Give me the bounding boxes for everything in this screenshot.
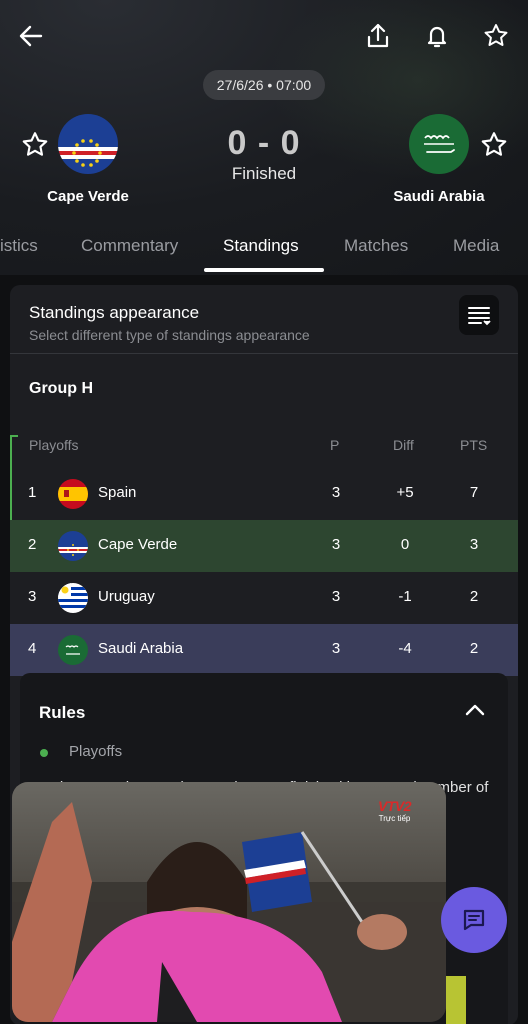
- away-team-name: Saudi Arabia: [393, 188, 485, 205]
- cape-verde-flag-icon: [58, 531, 88, 561]
- row-diff: +5: [396, 484, 414, 501]
- back-arrow-icon: [19, 25, 43, 47]
- tab-media[interactable]: Media: [453, 236, 499, 256]
- chat-icon: [463, 909, 485, 931]
- video-pip[interactable]: VTV2 Trực tiếp: [12, 782, 446, 1022]
- notification-button[interactable]: [419, 18, 455, 54]
- divider: [10, 353, 518, 354]
- tab-matches[interactable]: Matches: [344, 236, 408, 256]
- row-team-name: Cape Verde: [98, 536, 178, 553]
- column-playoffs: Playoffs: [29, 437, 79, 453]
- chevron-up-icon[interactable]: [460, 695, 490, 725]
- row-diff: -4: [398, 640, 412, 657]
- row-points: 2: [469, 588, 479, 605]
- row-points: 7: [469, 484, 479, 501]
- tab-standings[interactable]: Standings: [223, 236, 299, 256]
- appearance-subtitle: Select different type of standings appea…: [29, 327, 310, 343]
- away-favorite-star-icon[interactable]: [479, 130, 509, 160]
- row-position: 2: [28, 536, 37, 553]
- rules-title: Rules: [39, 703, 86, 722]
- chat-button[interactable]: [441, 887, 507, 953]
- share-button[interactable]: [360, 18, 396, 54]
- appearance-toggle-button[interactable]: [459, 295, 499, 335]
- appearance-title: Standings appearance: [29, 303, 200, 322]
- standings-table-header: Playoffs P Diff PTS: [10, 435, 518, 459]
- tab-commentary[interactable]: Commentary: [81, 236, 178, 256]
- table-row[interactable]: 1 Spain 3 +5 7: [10, 468, 518, 520]
- saudi-arabia-flag-icon: [58, 635, 88, 665]
- row-points: 2: [469, 640, 479, 657]
- row-played: 3: [331, 588, 341, 605]
- row-played: 3: [331, 536, 341, 553]
- home-team-name: Cape Verde: [47, 188, 129, 205]
- row-played: 3: [331, 640, 341, 657]
- match-score: 0 - 0: [227, 124, 301, 162]
- column-played: P: [330, 437, 340, 453]
- saudi-arabia-flag-icon: [409, 114, 469, 174]
- column-diff: Diff: [393, 437, 414, 453]
- home-team[interactable]: Cape Verde: [18, 114, 158, 205]
- share-icon: [367, 23, 389, 48]
- row-diff: 0: [400, 536, 410, 553]
- uruguay-flag-icon: [58, 583, 88, 613]
- row-team-name: Saudi Arabia: [98, 640, 184, 657]
- row-points: 3: [469, 536, 479, 553]
- channel-name: VTV2: [378, 798, 412, 814]
- table-row-highlighted[interactable]: 4 Saudi Arabia 3 -4 2: [10, 624, 518, 676]
- rules-legend-label: Playoffs: [69, 743, 123, 760]
- cape-verde-flag-icon: [58, 114, 118, 174]
- spain-flag-icon: [58, 479, 88, 509]
- list-filter-icon: [468, 307, 491, 326]
- channel-live-label: Trực tiếp: [378, 814, 411, 823]
- row-team-name: Uruguay: [98, 588, 155, 605]
- match-header: 27/6/26 • 07:00 Cape Verde 0 - 0 Finishe…: [0, 0, 528, 275]
- row-position: 3: [28, 588, 37, 605]
- column-points: PTS: [460, 437, 488, 453]
- match-status: Finished: [231, 164, 297, 183]
- tab-statistics[interactable]: istics: [0, 236, 38, 256]
- favorite-match-button[interactable]: [478, 18, 514, 54]
- row-position: 1: [28, 484, 37, 501]
- ad-banner-edge: [446, 976, 466, 1024]
- channel-logo: VTV2 Trực tiếp: [378, 798, 412, 823]
- playoff-legend-dot: [40, 749, 48, 757]
- table-row[interactable]: 3 Uruguay 3 -1 2: [10, 572, 518, 624]
- back-button[interactable]: [13, 18, 49, 54]
- row-played: 3: [331, 484, 341, 501]
- active-tab-indicator: [204, 268, 324, 272]
- table-row-highlighted[interactable]: 2 Cape Verde 3 0 3: [10, 520, 518, 572]
- match-datetime: 27/6/26 • 07:00: [203, 70, 325, 100]
- row-position: 4: [28, 640, 37, 657]
- match-tabs: istics Commentary Standings Matches Medi…: [0, 226, 528, 274]
- group-title: Group H: [29, 380, 93, 397]
- bell-icon: [427, 26, 447, 48]
- row-team-name: Spain: [98, 484, 137, 501]
- star-icon: [484, 24, 508, 46]
- row-diff: -1: [398, 588, 412, 605]
